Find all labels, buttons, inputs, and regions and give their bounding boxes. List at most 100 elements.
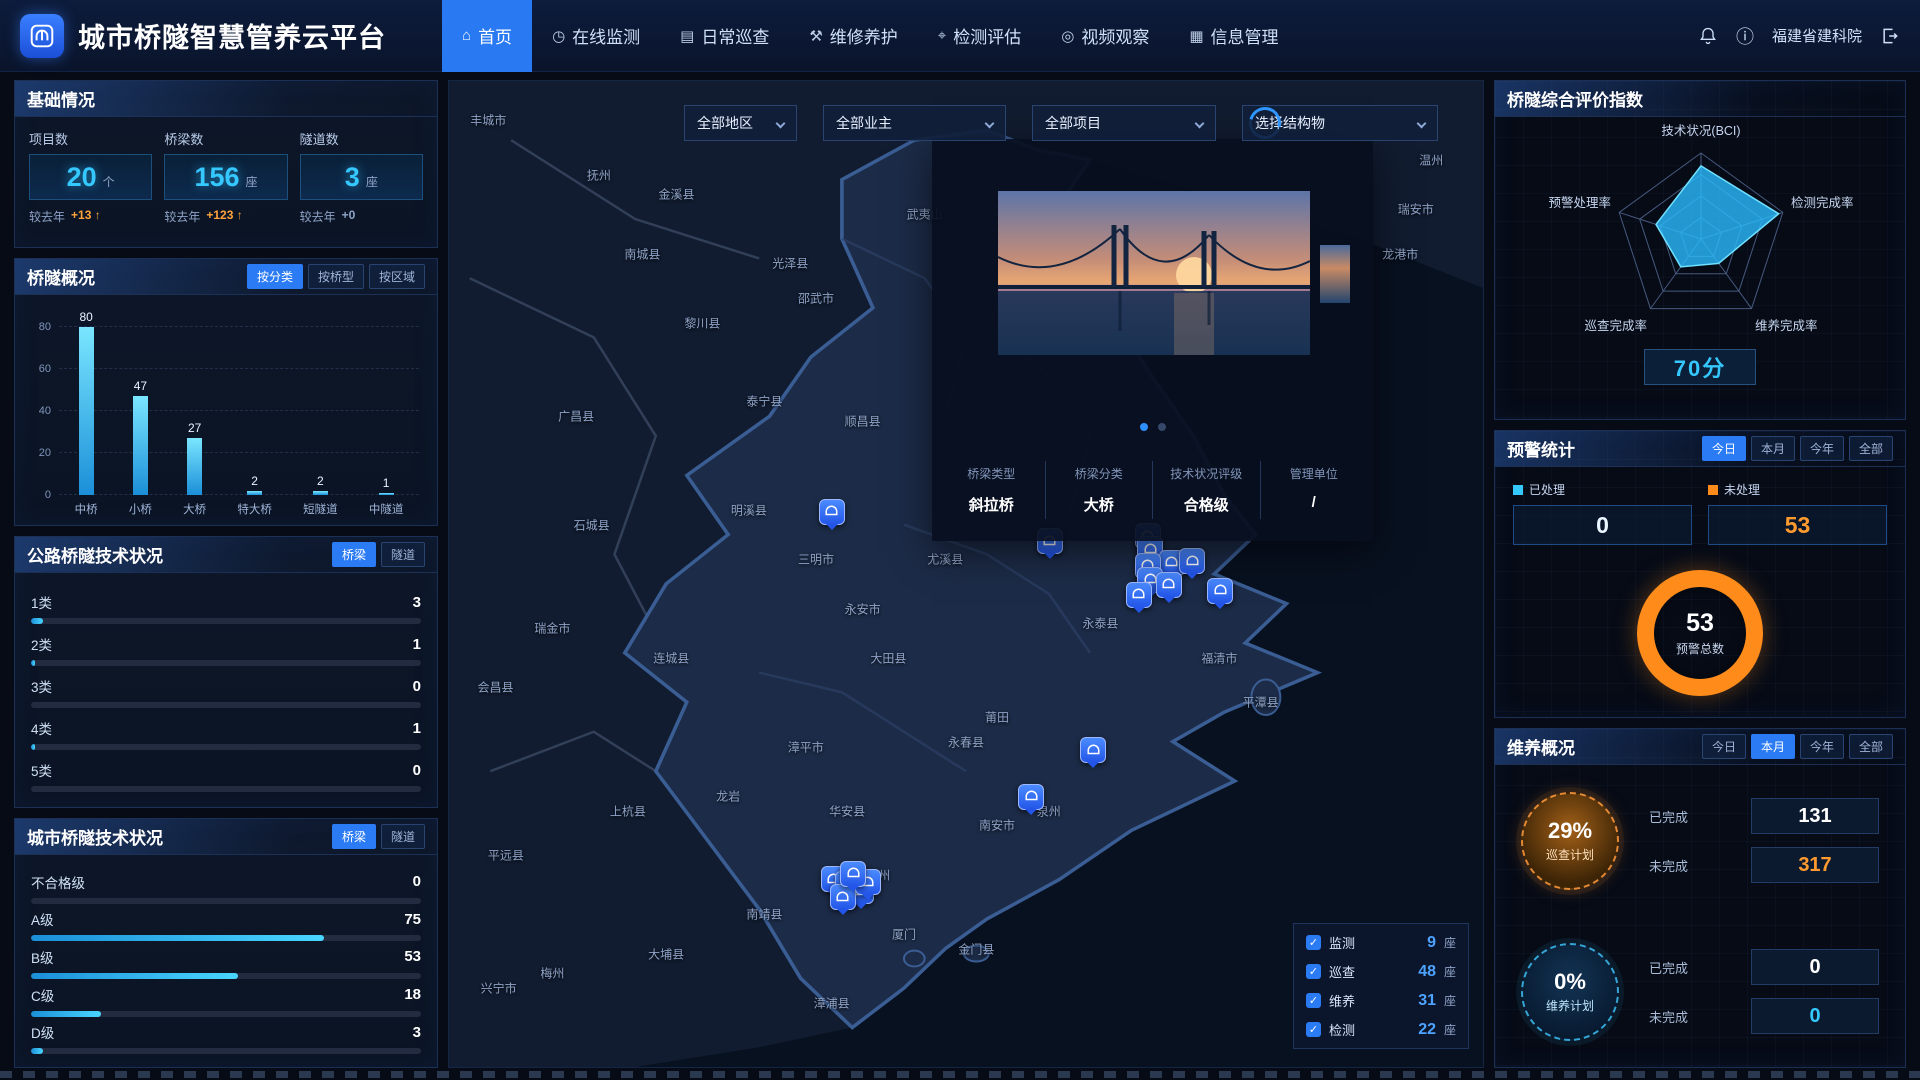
urban-tab-1[interactable]: 桥梁 — [332, 824, 376, 849]
bridge-field-4: 管理单位/ — [1260, 461, 1368, 519]
nav-label: 维修养护 — [830, 23, 898, 48]
legend-row-巡查: ✓巡查48座 — [1306, 962, 1456, 981]
undone-stat: 未完成0 — [1649, 998, 1879, 1034]
overview-tabs: 按分类按桥型按区域 — [247, 264, 425, 289]
bridge-marker-icon[interactable] — [1207, 578, 1233, 604]
nav-label: 视频观察 — [1081, 23, 1149, 48]
maintenance-tab-3[interactable]: 今年 — [1800, 734, 1844, 759]
panel-bridge-overview: 桥隧概况 按分类按桥型按区域 02040608080中桥47小桥27大桥2特大桥… — [14, 258, 438, 526]
province-map[interactable]: 丰城市抚州金溪县南城县光泽县武夷山邵武市黎川县泰宁县顺昌县广昌县明溪县石城县三明… — [448, 80, 1484, 1068]
stat-box: 156座 — [164, 154, 287, 200]
panel-title: 维养概况 — [1507, 734, 1575, 759]
carousel-dots — [932, 423, 1373, 431]
header-actions: ⓘ 福建省建科院 — [1698, 23, 1900, 49]
panel-warning-header: 预警统计 今日本月今年全部 — [1495, 431, 1905, 467]
video-icon: ◎ — [1061, 27, 1074, 45]
map-label-永安市: 永安市 — [845, 600, 881, 617]
map-label-大田县: 大田县 — [870, 649, 906, 666]
nav-item-7[interactable]: ▦信息管理 — [1169, 0, 1298, 72]
overview-tab-3[interactable]: 按区域 — [369, 264, 425, 289]
nav-item-2[interactable]: ◷在线监测 — [532, 0, 660, 72]
bridge-marker-icon[interactable] — [1126, 582, 1152, 608]
overview-tab-2[interactable]: 按桥型 — [308, 264, 364, 289]
checkbox-checked-icon[interactable]: ✓ — [1306, 935, 1321, 950]
nav-item-1[interactable]: ⌂首页 — [442, 0, 532, 72]
filter-select-1[interactable]: 全部地区 — [684, 105, 797, 141]
left-column: 基础情况 项目数20个较去年+13 ↑桥梁数156座较去年+123 ↑隧道数3座… — [14, 80, 438, 1068]
highway-rows: 1类32类13类04类15类0 — [15, 573, 437, 807]
map-label-丰城市: 丰城市 — [470, 112, 506, 129]
bridge-marker-icon[interactable] — [1018, 784, 1044, 810]
panel-basic-header: 基础情况 — [15, 81, 437, 117]
bell-icon[interactable] — [1698, 26, 1718, 46]
basic-stats: 项目数20个较去年+13 ↑桥梁数156座较去年+123 ↑隧道数3座较去年+0 — [15, 117, 437, 237]
map-label-会昌县: 会昌县 — [478, 679, 514, 696]
bottom-tick-bar — [0, 1071, 1920, 1078]
bridge-marker-icon[interactable] — [1156, 572, 1182, 598]
basic-stat-3: 隧道数3座较去年+0 — [300, 129, 423, 225]
done-stat: 已完成0 — [1649, 949, 1879, 985]
checkbox-checked-icon[interactable]: ✓ — [1306, 993, 1321, 1008]
bridge-marker-icon[interactable] — [1080, 737, 1106, 763]
svg-text:技术状况(BCI): 技术状况(BCI) — [1661, 124, 1740, 138]
bridge-marker-icon[interactable] — [840, 861, 866, 887]
carousel-next-photo[interactable] — [1320, 245, 1350, 303]
stat-box: 20个 — [29, 154, 152, 200]
map-label-抚州: 抚州 — [587, 166, 611, 183]
nav-item-6[interactable]: ◎ 视频观察 — [1041, 0, 1169, 72]
bridge-category-bar-chart: 02040608080中桥47小桥27大桥2特大桥2短隧道1中隧道 — [25, 309, 423, 517]
svg-text:预警处理率: 预警处理率 — [1548, 195, 1611, 210]
chevron-down-icon — [1417, 118, 1427, 128]
nav-item-5[interactable]: ⌖检测评估 — [918, 0, 1041, 72]
bridge-info-fields: 桥梁类型斜拉桥桥梁分类大桥技术状况评级合格级管理单位/ — [932, 461, 1373, 519]
map-label-兴宁市: 兴宁市 — [481, 980, 517, 997]
warning-tab-1[interactable]: 今日 — [1702, 436, 1746, 461]
map-label-尤溪县: 尤溪县 — [927, 551, 963, 568]
bridge-marker-icon[interactable] — [819, 499, 845, 525]
overview-tab-1[interactable]: 按分类 — [247, 264, 303, 289]
carousel-dot-1[interactable] — [1140, 423, 1148, 431]
urban-tab-2[interactable]: 隧道 — [381, 824, 425, 849]
panel-maintenance-header: 维养概况 今日本月今年全部 — [1495, 729, 1905, 765]
map-label-泰宁县: 泰宁县 — [746, 393, 782, 410]
bridge-marker-icon[interactable] — [1179, 548, 1205, 574]
checkbox-checked-icon[interactable]: ✓ — [1306, 1022, 1321, 1037]
map-label-龙港市: 龙港市 — [1382, 245, 1418, 262]
warning-tab-3[interactable]: 今年 — [1800, 436, 1844, 461]
nav-item-4[interactable]: ⚒维修养护 — [789, 0, 917, 72]
tech-row-4类: 4类1 — [31, 718, 421, 750]
maintenance-tab-2[interactable]: 本月 — [1751, 734, 1795, 759]
stat-box: 3座 — [300, 154, 423, 200]
map-label-顺昌县: 顺昌县 — [845, 413, 881, 430]
panel-basic-info: 基础情况 项目数20个较去年+13 ↑桥梁数156座较去年+123 ↑隧道数3座… — [14, 80, 438, 248]
warning-tab-2[interactable]: 本月 — [1751, 436, 1795, 461]
done-stat: 已完成131 — [1649, 798, 1879, 834]
gauge-维养计划: 0%维养计划 — [1521, 943, 1619, 1041]
legend-square-icon — [1708, 485, 1718, 495]
checkbox-checked-icon[interactable]: ✓ — [1306, 964, 1321, 979]
bridge-photo[interactable] — [998, 191, 1310, 355]
bridge-field-1: 桥梁类型斜拉桥 — [938, 461, 1045, 519]
filter-select-2[interactable]: 全部业主 — [823, 105, 1006, 141]
grid-icon: ▦ — [1189, 27, 1203, 45]
maintenance-tab-1[interactable]: 今日 — [1702, 734, 1746, 759]
bar-中桥: 80中桥 — [75, 310, 98, 517]
map-label-金门县: 金门县 — [958, 940, 994, 957]
map-label-邵武市: 邵武市 — [798, 289, 834, 306]
carousel-dot-2[interactable] — [1158, 423, 1166, 431]
page-title: 城市桥隧智慧管养云平台 — [78, 16, 386, 55]
maintenance-tab-4[interactable]: 全部 — [1849, 734, 1893, 759]
logout-icon[interactable] — [1880, 26, 1900, 46]
map-label-光泽县: 光泽县 — [772, 255, 808, 272]
highway-tab-2[interactable]: 隧道 — [381, 542, 425, 567]
map-label-平远县: 平远县 — [488, 847, 524, 864]
highway-tab-1[interactable]: 桥梁 — [332, 542, 376, 567]
warning-tab-4[interactable]: 全部 — [1849, 436, 1893, 461]
tech-row-3类: 3类0 — [31, 676, 421, 708]
info-icon[interactable]: ⓘ — [1736, 23, 1754, 49]
filter-select-3[interactable]: 全部项目 — [1032, 105, 1216, 141]
panel-highway-tech: 公路桥隧技术状况 桥梁隧道 1类32类13类04类15类0 — [14, 536, 438, 808]
nav-item-3[interactable]: ▤日常巡查 — [660, 0, 789, 72]
maintenance-rows: 29%巡查计划已完成131未完成3170%维养计划已完成0未完成0 — [1495, 765, 1905, 1067]
basic-stat-2: 桥梁数156座较去年+123 ↑ — [164, 129, 287, 225]
